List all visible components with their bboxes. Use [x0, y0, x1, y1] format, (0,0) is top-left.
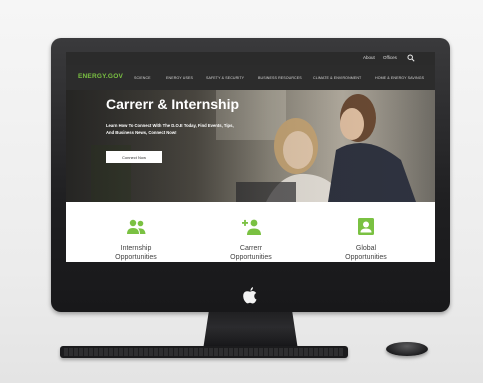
search-icon[interactable] [407, 54, 415, 62]
about-link[interactable]: About [363, 55, 375, 60]
apple-logo-icon [243, 287, 257, 304]
hero-subtitle-line1: Learn How To Connect With The D.O.E Toda… [106, 123, 234, 128]
hero-banner: Carrerr & Internship Learn How To Connec… [66, 90, 435, 202]
site-logo[interactable]: ENERGY.GOV [78, 73, 123, 80]
keyboard [60, 346, 348, 358]
feature-global-label: Global Opportunities [311, 244, 421, 262]
hero-title: Carrerr & Internship [106, 96, 240, 112]
nav-item-safety-security[interactable]: SAFETY & SECURITY [206, 76, 244, 80]
add-user-icon [242, 219, 261, 235]
feature-career-line2: Opportunities [230, 254, 272, 261]
utility-bar: About Offices [66, 52, 435, 65]
feature-internship-line2: Opportunities [115, 254, 157, 261]
feature-global-line2: Opportunities [345, 254, 387, 261]
main-nav: ENERGY.GOV SCIENCE ENERGY USES SAFETY & … [66, 65, 435, 90]
mouse [386, 342, 428, 356]
user-card-icon [358, 218, 374, 235]
nav-item-home-energy-savings[interactable]: HOME & ENERGY SAVINGS [375, 76, 424, 80]
feature-career-line1: Carrerr [239, 245, 263, 252]
keyboard-keys [64, 348, 344, 356]
connect-now-button[interactable]: Connect Now [106, 151, 162, 163]
feature-career-label: Carrerr Opportunities [196, 244, 306, 262]
offices-link[interactable]: Offices [383, 55, 397, 60]
monitor-stand [203, 312, 298, 350]
hero-subtitle-line2: And Business News, Connect Now! [106, 129, 177, 135]
opportunities-section: Internship Opportunities Carrerr Opportu… [66, 202, 435, 262]
nav-item-business-resources[interactable]: BUSINESS RESOURCES [258, 76, 302, 80]
feature-internship-line1: Internship [120, 245, 152, 252]
feature-internship-label: Internship Opportunities [81, 244, 191, 262]
nav-item-climate-environment[interactable]: CLIMATE & ENVIRONMENT [313, 76, 361, 80]
hero-subtitle: Learn How To Connect With The D.O.E Toda… [106, 123, 256, 136]
people-icon [127, 219, 146, 234]
nav-item-science[interactable]: SCIENCE [134, 76, 151, 80]
monitor-screen: About Offices ENERGY.GOV SCIENCE ENERGY … [66, 52, 435, 262]
nav-item-energy-uses[interactable]: ENERGY USES [166, 76, 193, 80]
feature-global-line1: Global [355, 245, 377, 252]
